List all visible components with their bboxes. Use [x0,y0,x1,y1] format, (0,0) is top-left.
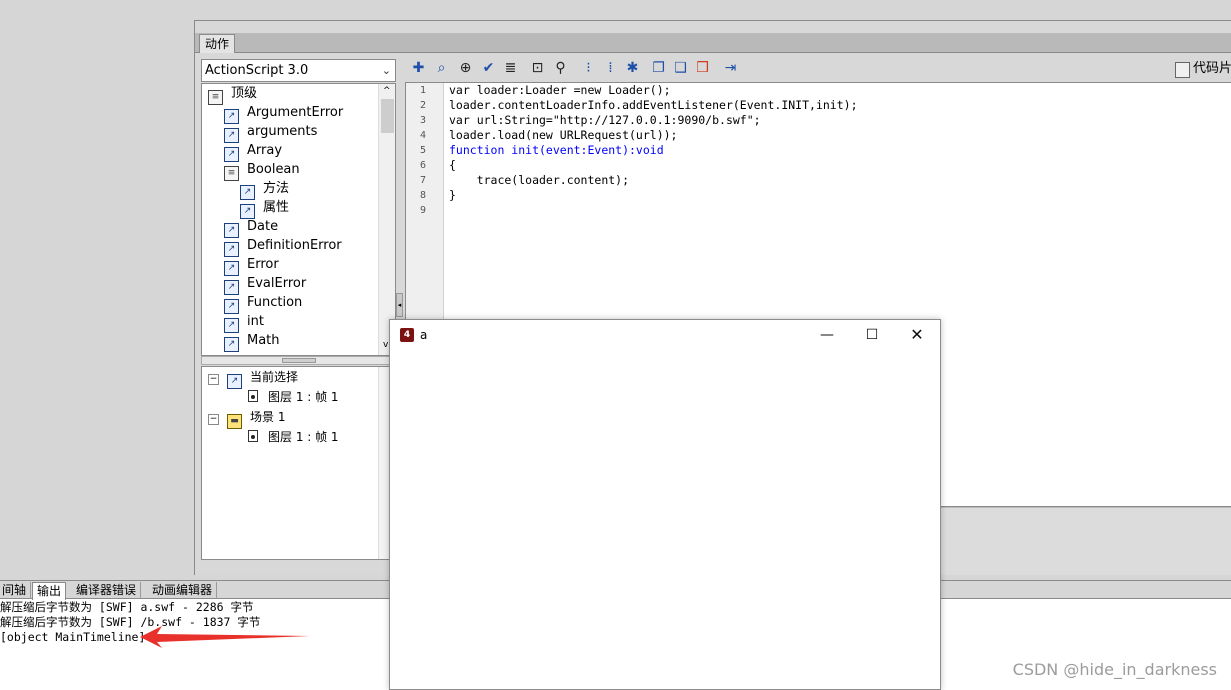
watermark: CSDN @hide_in_darkness [1012,660,1217,679]
chevron-down-icon[interactable]: v [383,340,388,350]
line-number: 2 [419,100,426,111]
version-select-value: ActionScript 3.0 [205,63,309,78]
line-number: 7 [419,175,426,186]
nav-current-selection[interactable]: − ↗ 当前选择 [208,367,298,389]
actions-toolbox-tree[interactable]: ≡ 顶级 ↗ ArgumentError ↗ arguments ↗ Array ≡ Bo… [201,83,396,356]
code-line[interactable]: trace(loader.content); [449,173,629,188]
line-number: 6 [419,160,426,171]
close-button[interactable]: ✕ [894,320,940,350]
tab-output[interactable]: 输出 [32,582,67,600]
code-line[interactable]: var url:String="http://127.0.0.1:9090/b.… [449,113,761,128]
tree-item[interactable]: ↗ DefinitionError [224,236,342,257]
nav-scene-frame[interactable]: 图层 1 : 帧 1 [248,427,339,447]
tab-timeline[interactable]: 间轴 [0,582,32,599]
output-line: [object MainTimeline] [0,630,146,644]
output-line: 解压缩后字节数为 [SWF] a.swf - 2286 字节 [0,600,254,614]
comment-line-icon[interactable]: ❑ [671,59,690,78]
nav-scene[interactable]: − ▬ 场景 1 [208,407,285,429]
tree-item[interactable]: ↗ Error [224,255,279,276]
actionscript-version-select[interactable]: ActionScript 3.0 ⌄ [201,59,396,82]
chevron-up-icon[interactable]: ^ [383,86,391,96]
toolbox-split-handle[interactable] [201,356,396,365]
frame-icon [248,430,258,442]
panel-tabbar: 动作 [195,33,1231,53]
tab-actions[interactable]: 动作 [199,34,235,53]
script-toolbar: ✚ ⌕ ⊕ ✔ ≣ ⊡ ⚲ ⁝ ⁞ ✱ ❐ ❑ ❒ ⇥ 代码片 [409,57,1231,81]
toolbox-scrollbar[interactable]: ^ v [378,84,395,355]
class-icon: ↗ [227,374,242,389]
code-snippets-button[interactable]: 代码片 [1173,59,1231,79]
maximize-button[interactable]: ☐ [849,320,895,350]
code-hint-icon[interactable]: ⊡ [528,59,547,78]
tree-item[interactable]: ↗ ArgumentError [224,103,343,124]
collapse-icon[interactable]: − [208,374,219,385]
collapse-selection-icon[interactable]: ⁞ [601,59,620,78]
line-number: 5 [419,145,426,156]
code-line[interactable]: loader.load(new URLRequest(url)); [449,128,677,143]
tree-item[interactable]: ↗ Date [224,217,278,238]
line-number: 1 [419,85,426,96]
auto-format-icon[interactable]: ≣ [501,59,520,78]
tab-compiler-errors[interactable]: 编译器错误 [72,582,142,599]
tree-item[interactable]: ↗ Math [224,331,280,352]
tree-item[interactable]: ≡ Boolean [224,160,300,181]
nav-current-frame[interactable]: 图层 1 : 帧 1 [248,387,339,407]
debug-icon[interactable]: ⚲ [551,59,570,78]
check-syntax-icon[interactable]: ✔ [479,59,498,78]
collapse-braces-icon[interactable]: ⁝ [579,59,598,78]
split-grip-icon[interactable] [282,358,316,363]
red-arrow-annotation [140,626,310,648]
minimize-button[interactable]: — [804,320,850,350]
script-navigator[interactable]: − ↗ 当前选择 图层 1 : 帧 1 − ▬ 场景 1 图层 1 : 帧 1 [201,366,396,560]
swf-player-window: 4 a — ☐ ✕ [389,319,941,690]
add-icon[interactable]: ✚ [409,59,428,78]
tree-item[interactable]: ↗ Array [224,141,282,162]
line-number: 9 [419,205,426,216]
tab-motion-editor[interactable]: 动画编辑器 [148,582,218,599]
arrow-shape [140,626,310,648]
frame-icon [248,390,258,402]
line-number: 3 [419,115,426,126]
code-line[interactable]: var loader:Loader =new Loader(); [449,83,671,98]
class-icon: ↗ [224,337,239,352]
tree-item[interactable]: ↗ arguments [224,122,317,143]
uncomment-icon[interactable]: ❒ [693,59,712,78]
tree-item[interactable]: ↗ Function [224,293,302,314]
tree-item[interactable]: ↗ 属性 [240,198,289,219]
collapse-icon[interactable]: − [208,414,219,425]
flash-player-icon: 4 [400,328,414,342]
line-number: 8 [419,190,426,201]
window-title: a [420,328,428,342]
book-icon: ≡ [208,90,223,105]
line-number: 4 [419,130,426,141]
chevron-down-icon[interactable]: ⌄ [382,60,391,81]
toolbox-scroll-thumb[interactable] [381,99,394,133]
code-line[interactable]: function init(event:Event):void [449,143,664,158]
target-icon[interactable]: ⊕ [456,59,475,78]
window-titlebar[interactable]: 4 a — ☐ ✕ [390,320,940,350]
code-snippets-icon [1174,62,1190,78]
book-icon: ≡ [224,166,239,181]
tree-item[interactable]: ↗ 方法 [240,179,289,200]
tree-item[interactable]: ↗ EvalError [224,274,306,295]
find-icon[interactable]: ⌕ [432,59,451,78]
scene-clapper-icon: ▬ [227,414,242,429]
tree-item[interactable]: ≡ 顶级 [208,84,257,105]
expand-all-icon[interactable]: ✱ [623,59,642,78]
tree-item[interactable]: ↗ int [224,312,264,333]
code-line[interactable]: { [449,158,456,173]
collapse-toolbox-handle[interactable]: ◂ [396,293,403,317]
code-line[interactable]: loader.contentLoaderInfo.addEventListene… [449,98,858,113]
script-assist-icon[interactable]: ⇥ [721,59,740,78]
comment-block-icon[interactable]: ❐ [649,59,668,78]
code-line[interactable]: } [449,188,456,203]
